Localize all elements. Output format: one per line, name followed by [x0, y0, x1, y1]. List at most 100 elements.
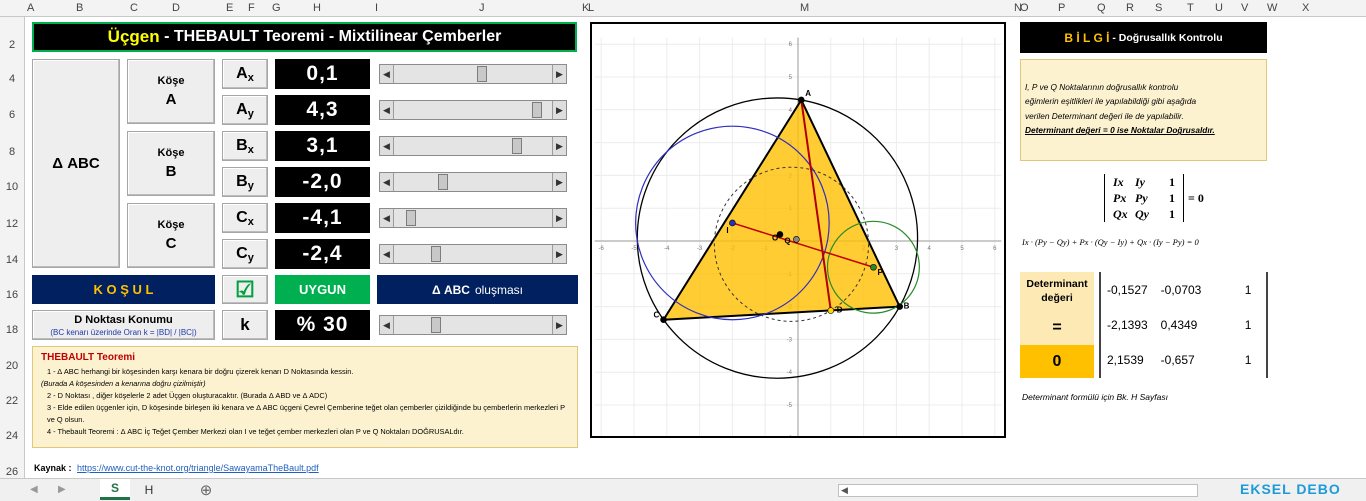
param-slider-right-arrow-ay[interactable]: ▶: [552, 101, 566, 119]
row-header-20[interactable]: 20: [0, 360, 24, 372]
column-header-u[interactable]: U: [1215, 2, 1223, 14]
column-header-v[interactable]: V: [1241, 2, 1248, 14]
column-header-p[interactable]: P: [1058, 2, 1065, 14]
add-sheet-button[interactable]: ⊕: [196, 479, 216, 500]
kosul-label: K O Ş U L: [93, 282, 154, 297]
tab-s[interactable]: S: [100, 479, 130, 500]
param-value-text-by: -2,0: [302, 170, 343, 193]
param-slider-bx[interactable]: ◀ ▶: [379, 136, 567, 156]
param-slider-ax[interactable]: ◀ ▶: [379, 64, 567, 84]
param-slider-cx[interactable]: ◀ ▶: [379, 208, 567, 228]
param-slider-left-arrow-bx[interactable]: ◀: [380, 137, 394, 155]
row-header-8[interactable]: 8: [0, 146, 24, 158]
param-slider-thumb-cx[interactable]: [406, 210, 416, 226]
k-slider-right-arrow[interactable]: ▶: [552, 316, 566, 334]
column-header-l[interactable]: L: [588, 2, 594, 14]
param-slider-cy[interactable]: ◀ ▶: [379, 244, 567, 264]
column-header-o[interactable]: O: [1020, 2, 1029, 14]
det-cell: 1: [1244, 317, 1252, 332]
column-header-j[interactable]: J: [479, 2, 485, 14]
row-header-18[interactable]: 18: [0, 324, 24, 336]
param-slider-left-arrow-ax[interactable]: ◀: [380, 65, 394, 83]
vertex-a-kose: Köşe: [157, 75, 185, 87]
tab-h[interactable]: H: [134, 479, 164, 500]
tab-scroll-right[interactable]: ▶: [58, 484, 66, 495]
matrix-cell: Iy: [1135, 174, 1145, 189]
matrix-row: Px Py 1: [1105, 190, 1183, 206]
determinant-formula: Ix · (Py − Qy) + Px · (Qy − Iy) + Qx · (…: [1022, 237, 1199, 247]
column-header-q[interactable]: Q: [1097, 2, 1106, 14]
det-cell: -0,657: [1160, 352, 1195, 367]
param-slider-right-arrow-bx[interactable]: ▶: [552, 137, 566, 155]
info-line-1: I, P ve Q Noktalarının doğrusallık kontr…: [1025, 82, 1179, 92]
param-slider-thumb-ay[interactable]: [532, 102, 542, 118]
vertex-c-letter: C: [165, 235, 177, 252]
det-cell: -2,1393: [1107, 317, 1148, 332]
param-label-ax: Ax: [222, 59, 268, 89]
column-header-t[interactable]: T: [1187, 2, 1194, 14]
param-value-text-bx: 3,1: [306, 134, 339, 157]
k-slider-left-arrow[interactable]: ◀: [380, 316, 394, 334]
row-header-22[interactable]: 22: [0, 395, 24, 407]
column-header-w[interactable]: W: [1267, 2, 1277, 14]
vertex-b-box: Köşe B: [127, 131, 215, 196]
kaynak-link[interactable]: https://www.cut-the-knot.org/triangle/Sa…: [77, 463, 319, 473]
param-slider-right-arrow-ax[interactable]: ▶: [552, 65, 566, 83]
column-header-g[interactable]: G: [272, 2, 281, 14]
param-slider-left-arrow-ay[interactable]: ◀: [380, 101, 394, 119]
column-header-r[interactable]: R: [1126, 2, 1134, 14]
param-slider-right-arrow-cx[interactable]: ▶: [552, 209, 566, 227]
param-slider-by[interactable]: ◀ ▶: [379, 172, 567, 192]
column-header-s[interactable]: S: [1155, 2, 1162, 14]
row-header-10[interactable]: 10: [0, 181, 24, 193]
column-header-x[interactable]: X: [1302, 2, 1309, 14]
row-header-26[interactable]: 26: [0, 466, 24, 478]
row-header-2[interactable]: 2: [0, 39, 24, 51]
row-header-14[interactable]: 14: [0, 254, 24, 266]
k-slider-thumb[interactable]: [431, 317, 441, 333]
abc-label: Δ ABC: [52, 155, 100, 172]
tab-scroll-left[interactable]: ◀: [30, 484, 38, 495]
param-sub-cx: x: [247, 216, 254, 228]
column-header-c[interactable]: C: [130, 2, 138, 14]
x-tick-label: 6: [993, 246, 997, 252]
condition-checkbox[interactable]: ☑: [222, 275, 268, 304]
param-slider-left-arrow-cy[interactable]: ◀: [380, 245, 394, 263]
row-header-4[interactable]: 4: [0, 73, 24, 85]
param-label-cy: Cy: [222, 239, 268, 269]
param-slider-thumb-cy[interactable]: [431, 246, 441, 262]
spreadsheet-window: ABCDEFGHIJKLMNOPQRSTUVWX 2 4 6 8 10 12 14 16 18 2…: [0, 0, 1366, 501]
hscroll-left-arrow[interactable]: ◀: [841, 485, 848, 496]
row-header-16[interactable]: 16: [0, 289, 24, 301]
param-value-cy: -2,4: [275, 239, 370, 269]
matrix-cell: 1: [1169, 190, 1175, 205]
param-slider-thumb-by[interactable]: [438, 174, 448, 190]
horizontal-scrollbar[interactable]: ◀: [838, 484, 1198, 497]
row-header-12[interactable]: 12: [0, 218, 24, 230]
det-eq: =: [1052, 318, 1062, 336]
x-tick-label: 5: [960, 246, 964, 252]
column-header-h[interactable]: H: [313, 2, 321, 14]
row-header-bar: 2 4 6 8 10 12 14 16 18 20 22 24 26: [0, 17, 25, 478]
column-header-d[interactable]: D: [172, 2, 180, 14]
param-slider-right-arrow-cy[interactable]: ▶: [552, 245, 566, 263]
column-header-m[interactable]: M: [800, 2, 809, 14]
param-slider-left-arrow-cx[interactable]: ◀: [380, 209, 394, 227]
param-slider-thumb-bx[interactable]: [512, 138, 522, 154]
column-header-i[interactable]: I: [375, 2, 378, 14]
k-slider[interactable]: ◀ ▶: [379, 315, 567, 335]
param-slider-left-arrow-by[interactable]: ◀: [380, 173, 394, 191]
det-cell: 0,4349: [1160, 317, 1198, 332]
column-header-f[interactable]: F: [248, 2, 255, 14]
param-slider-ay[interactable]: ◀ ▶: [379, 100, 567, 120]
column-header-b[interactable]: B: [76, 2, 83, 14]
param-slider-thumb-ax[interactable]: [477, 66, 487, 82]
column-header-e[interactable]: E: [226, 2, 233, 14]
x-tick-label: -3: [697, 246, 703, 252]
param-slider-right-arrow-by[interactable]: ▶: [552, 173, 566, 191]
matrix-cell: 1: [1169, 206, 1175, 221]
column-header-a[interactable]: A: [27, 2, 34, 14]
graph-point: [870, 263, 877, 271]
row-header-24[interactable]: 24: [0, 430, 24, 442]
row-header-6[interactable]: 6: [0, 109, 24, 121]
